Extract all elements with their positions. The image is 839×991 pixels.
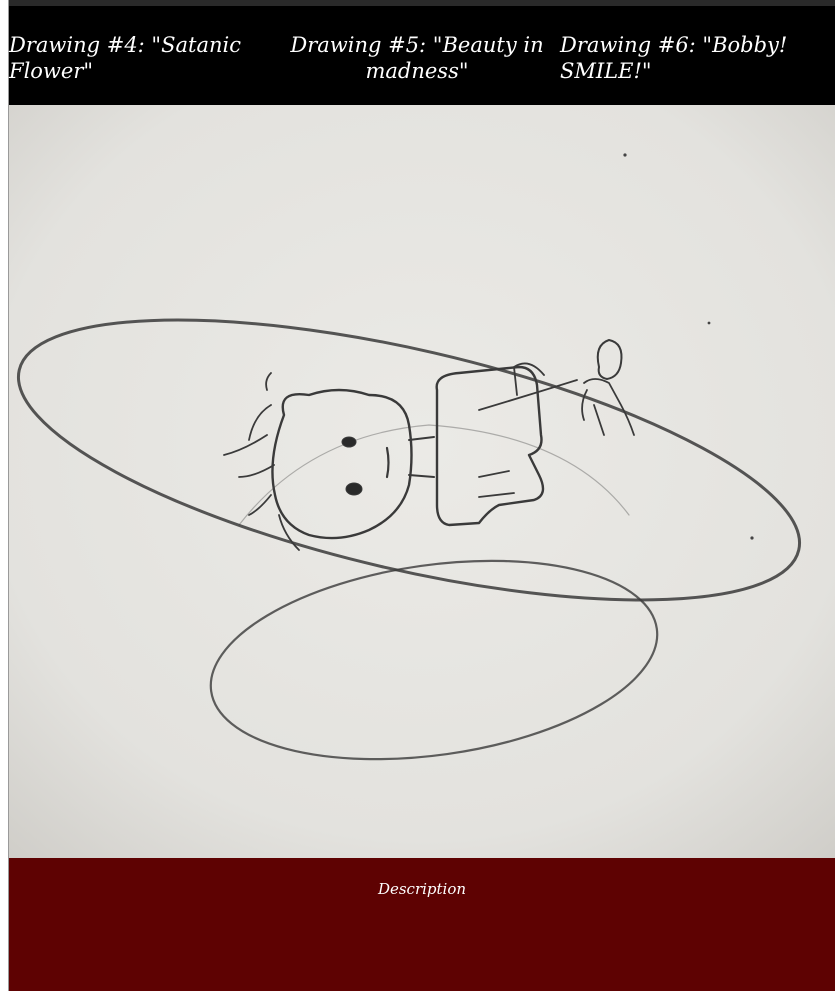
figure-left-eye: [341, 436, 357, 448]
tab-drawing-4[interactable]: Drawing #4: "Satanic Flower": [9, 32, 289, 84]
tab-drawing-6[interactable]: Drawing #6: "Bobby! SMILE!": [560, 32, 790, 84]
left-border: [0, 0, 9, 991]
page: Drawing #4: "Satanic Flower" Drawing #5:…: [0, 0, 839, 991]
paper-speck: [707, 321, 711, 325]
drawing-image: [9, 105, 835, 858]
right-border: [835, 0, 839, 991]
paper-speck: [623, 153, 627, 157]
pencil-drawing: [9, 105, 835, 858]
figure-right-eye: [345, 482, 363, 496]
tab-drawing-5[interactable]: Drawing #5: "Beauty in madness": [287, 32, 547, 84]
paper-speck: [750, 536, 754, 540]
description-panel: Description: [9, 858, 835, 991]
description-heading: Description: [377, 880, 467, 898]
drawing-tabs: Drawing #4: "Satanic Flower" Drawing #5:…: [9, 6, 835, 105]
